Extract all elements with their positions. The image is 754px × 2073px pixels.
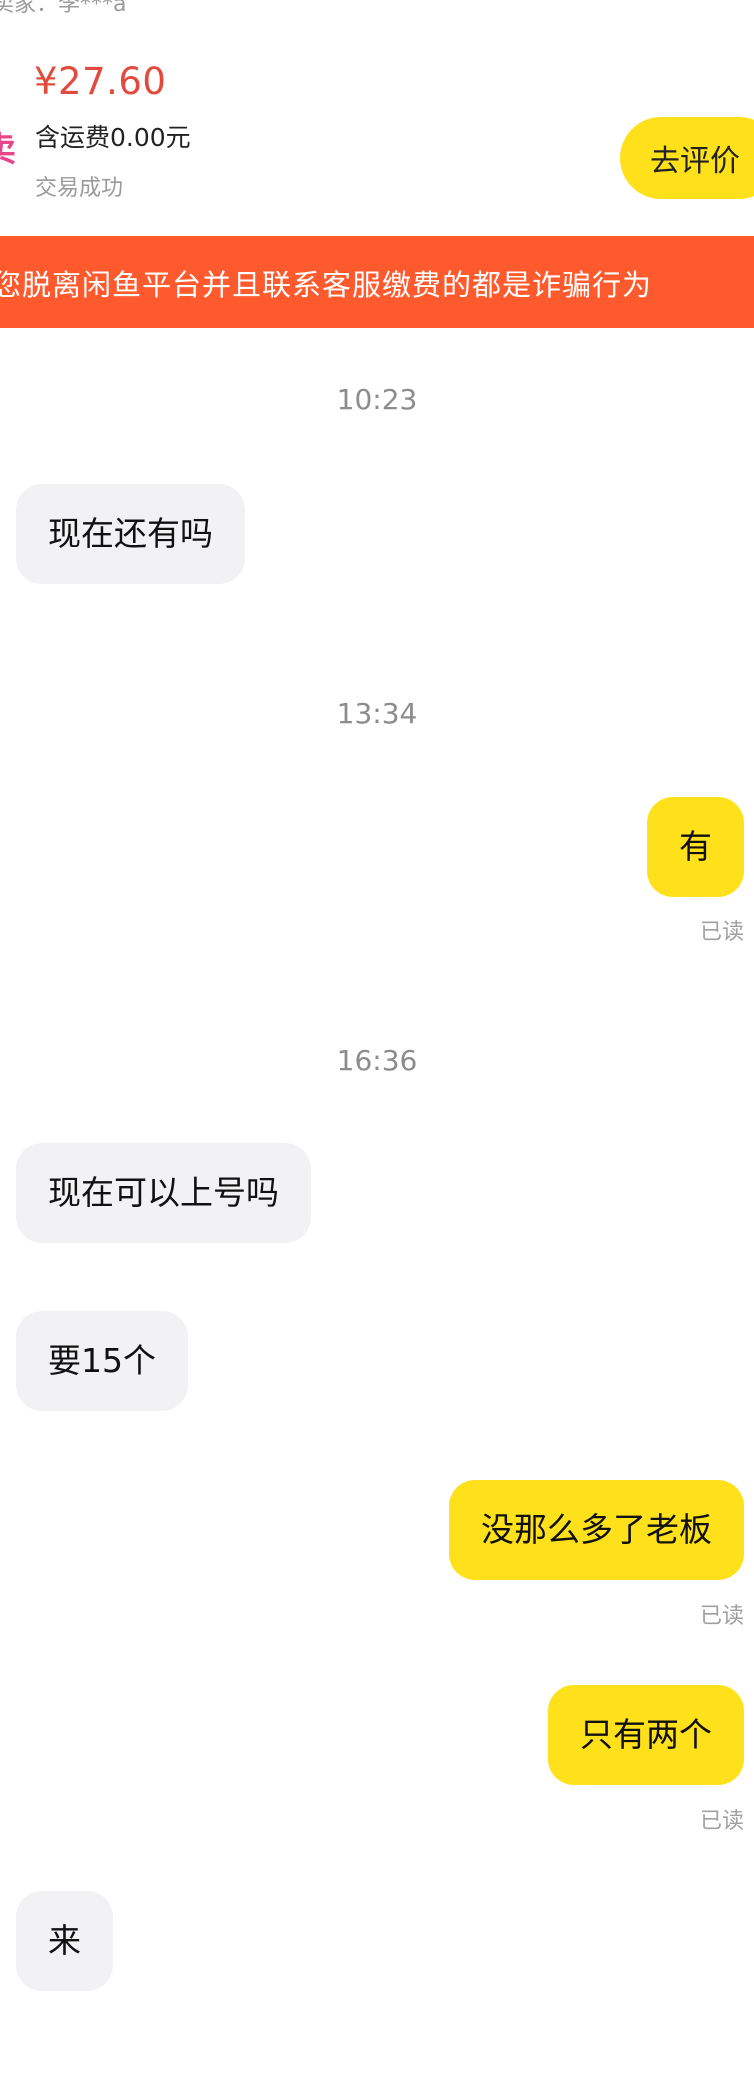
- message-timestamp: 13:34: [336, 697, 418, 730]
- product-thumbnail-mark: 卖: [0, 122, 16, 171]
- order-price: ¥27.60: [34, 60, 167, 103]
- read-receipt: 已读: [699, 1604, 744, 1629]
- read-receipt: 已读: [699, 920, 744, 945]
- message-bubble-incoming[interactable]: 现在可以上号吗: [16, 1143, 311, 1243]
- fraud-warning-text: 您脱离闲鱼平台并且联系客服缴费的都是诈骗行为: [0, 268, 653, 302]
- fraud-warning-banner: 您脱离闲鱼平台并且联系客服缴费的都是诈骗行为: [0, 236, 754, 328]
- order-card[interactable]: 卖家：李***a 卖 ¥27.60 含运费0.00元 交易成功 去评价: [0, 0, 754, 236]
- message-bubble-outgoing[interactable]: 有: [647, 797, 744, 897]
- shipping-fee: 含运费0.00元: [35, 123, 191, 152]
- message-bubble-incoming[interactable]: 来: [16, 1891, 113, 1991]
- message-bubble-outgoing[interactable]: 只有两个: [548, 1685, 744, 1785]
- message-bubble-incoming[interactable]: 要15个: [16, 1311, 188, 1411]
- message-timestamp: 16:36: [336, 1044, 418, 1077]
- read-receipt: 已读: [699, 1809, 744, 1834]
- message-bubble-incoming[interactable]: 现在还有吗: [16, 484, 245, 584]
- review-button[interactable]: 去评价: [620, 117, 754, 199]
- order-status: 交易成功: [35, 176, 124, 201]
- product-thumbnail[interactable]: 卖: [0, 96, 18, 180]
- message-bubble-outgoing[interactable]: 没那么多了老板: [449, 1480, 744, 1580]
- message-timestamp: 10:23: [336, 383, 418, 416]
- seller-name: 卖家：李***a: [0, 0, 127, 17]
